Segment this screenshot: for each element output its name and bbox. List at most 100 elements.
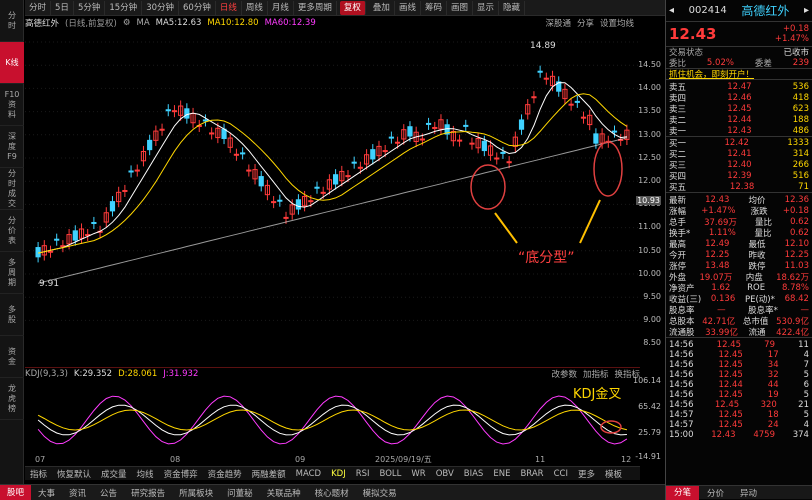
- indicator-tab-14[interactable]: ENE: [488, 469, 515, 479]
- sidebar-item-3[interactable]: 深度F9: [0, 126, 24, 168]
- sidebar-item-1[interactable]: K线: [0, 42, 24, 84]
- back-icon[interactable]: ◂: [669, 5, 674, 16]
- sidebar-item-6[interactable]: 多周期: [0, 252, 24, 294]
- indicator-tab-10[interactable]: BOLL: [375, 469, 407, 479]
- kdj-link-params[interactable]: 改参数: [551, 368, 577, 380]
- toolbar-item-7[interactable]: 周线: [242, 0, 268, 15]
- sidebar-item-8[interactable]: 资金: [0, 336, 24, 378]
- indicator-tab-7[interactable]: MACD: [291, 469, 326, 479]
- toolbar-item-16[interactable]: 隐藏: [499, 0, 526, 15]
- forward-icon[interactable]: ▸: [804, 5, 809, 16]
- candle-body: [574, 100, 580, 103]
- tick-row: 14:56 12.45 320 21: [666, 400, 812, 410]
- stat-value: 18.62万: [776, 272, 809, 283]
- indicator-tab-13[interactable]: BIAS: [459, 469, 489, 479]
- bid-price: 12.40: [727, 159, 752, 170]
- sidebar-item-4[interactable]: 分时成交: [0, 168, 24, 210]
- toolbar-item-1[interactable]: 5日: [51, 0, 74, 15]
- toolbar-item-2[interactable]: 5分钟: [74, 0, 106, 15]
- tick-volume: 4759: [753, 430, 775, 440]
- panel-tab-2[interactable]: 异动: [732, 487, 765, 499]
- indicator-tab-11[interactable]: WR: [406, 469, 430, 479]
- tick-time: 14:57: [669, 420, 694, 430]
- stat-row: 净资产 1.62 ROE 8.78%: [666, 282, 812, 294]
- toolbar-item-6[interactable]: 日线: [216, 0, 242, 15]
- quote-stats: 最新 12.43 均价 12.36 涨幅 +1.47% 涨跌 +0.18 总手 37.69万 量比 0…: [666, 192, 812, 338]
- ask-price: 12.45: [727, 103, 752, 114]
- footer-tab-5[interactable]: 所属板块: [172, 487, 220, 499]
- toolbar-item-5[interactable]: 60分钟: [179, 0, 216, 15]
- legend-link-shengutong[interactable]: 深股通: [545, 17, 571, 29]
- candle-body: [456, 139, 463, 142]
- toolbar-item-11[interactable]: 叠加: [369, 0, 395, 15]
- toolbar-item-9[interactable]: 更多周期: [294, 0, 337, 15]
- tick-price: 12.44: [718, 380, 743, 390]
- toolbar-item-0[interactable]: 分时: [25, 0, 52, 15]
- footer-tab-8[interactable]: 核心题材: [308, 487, 356, 499]
- toolbar-item-13[interactable]: 筹码: [421, 0, 447, 15]
- footer-tab-2[interactable]: 资讯: [62, 487, 93, 499]
- candle-body: [165, 109, 171, 112]
- indicator-tab-12[interactable]: OBV: [431, 469, 459, 479]
- candle-body: [47, 250, 54, 253]
- indicator-tab-6[interactable]: 两融差额: [247, 468, 291, 480]
- tick-price: 12.45: [718, 410, 743, 420]
- left-sidebar: 分时 K线 F10资料 深度F9 分时成交 分价表 多周期 多股 资金 龙虎榜: [0, 0, 24, 484]
- indicator-tab-3[interactable]: 均线: [132, 468, 159, 480]
- indicator-tab-16[interactable]: CCI: [549, 469, 573, 479]
- stat-value: —: [800, 304, 809, 315]
- indicator-tab-9[interactable]: RSI: [351, 469, 375, 479]
- footer-tab-0[interactable]: 股吧: [0, 484, 32, 500]
- indicator-tab-17[interactable]: 更多: [573, 468, 600, 480]
- footer-tab-9[interactable]: 模拟交易: [356, 487, 404, 499]
- candle-body: [611, 130, 618, 133]
- candle-body: [518, 119, 525, 130]
- footer-tab-3[interactable]: 公告: [93, 487, 124, 499]
- footer-tab-4[interactable]: 研究报告: [124, 487, 172, 499]
- indicator-tab-4[interactable]: 资金博弈: [159, 468, 203, 480]
- legend-link-set-ma[interactable]: 设置均线: [600, 17, 634, 29]
- legend-link-share[interactable]: 分享: [577, 17, 594, 29]
- sidebar-item-0[interactable]: 分时: [0, 0, 24, 42]
- candle-body: [382, 150, 388, 153]
- indicator-tab-8[interactable]: KDJ: [326, 469, 351, 479]
- tick-count: 374: [792, 430, 809, 440]
- toolbar-item-14[interactable]: 画图: [447, 0, 473, 15]
- sidebar-item-5[interactable]: 分价表: [0, 210, 24, 252]
- indicator-tab-5[interactable]: 资金趋势: [203, 468, 247, 480]
- candle-body: [209, 132, 215, 135]
- footer-tab-1[interactable]: 大事: [31, 487, 62, 499]
- footer-tab-7[interactable]: 关联品种: [260, 487, 308, 499]
- kline-chart[interactable]: 14.89 9.91 “底分型” KDJ金叉 07 08 09 2025/09/19/五 11 1…: [25, 30, 640, 467]
- toolbar-item-4[interactable]: 30分钟: [142, 0, 180, 15]
- stat-label: 流通股: [669, 327, 695, 338]
- toolbar-item-8[interactable]: 月线: [268, 0, 294, 15]
- toolbar-item-12[interactable]: 画线: [395, 0, 421, 15]
- indicator-tab-1[interactable]: 恢复默认: [52, 468, 96, 480]
- stat-row: 外盘 19.07万 内盘 18.62万: [666, 271, 812, 283]
- panel-tab-0[interactable]: 分笔: [666, 485, 700, 500]
- tick-row: 14:56 12.45 34 7: [666, 360, 812, 370]
- tick-count: 5: [803, 370, 809, 380]
- price-tick: 14.50: [638, 60, 661, 69]
- sidebar-item-2[interactable]: F10资料: [0, 84, 24, 126]
- tick-list: 14:56 12.45 79 11 14:56 12.45 17 4 14:56 12.45 34 7…: [666, 337, 812, 440]
- toolbar-item-3[interactable]: 15分钟: [105, 0, 143, 15]
- indicator-tab-18[interactable]: 模板: [600, 468, 627, 480]
- toolbar-item-10[interactable]: 复权: [339, 0, 366, 15]
- panel-tab-1[interactable]: 分价: [699, 487, 732, 499]
- tick-volume: 32: [767, 370, 779, 380]
- kdj-link-add[interactable]: 加指标: [583, 368, 609, 380]
- footer-tab-6[interactable]: 问董秘: [220, 487, 260, 499]
- toolbar-item-15[interactable]: 显示: [473, 0, 499, 15]
- promo-link[interactable]: 抓住机会，即刻开户！: [669, 68, 754, 80]
- legend-stock-name: 高德红外: [25, 19, 60, 29]
- indicator-tab-2[interactable]: 成交量: [96, 468, 132, 480]
- indicator-tab-0[interactable]: 指标: [25, 468, 52, 480]
- sidebar-item-7[interactable]: 多股: [0, 294, 24, 336]
- indicator-tab-15[interactable]: BRAR: [515, 469, 548, 479]
- promo-row[interactable]: 抓住机会，即刻开户！: [666, 68, 812, 80]
- settings-icon[interactable]: ⚙: [123, 18, 131, 28]
- sidebar-item-9[interactable]: 龙虎榜: [0, 378, 24, 420]
- tick-row: 14:57 12.45 18 5: [666, 410, 812, 420]
